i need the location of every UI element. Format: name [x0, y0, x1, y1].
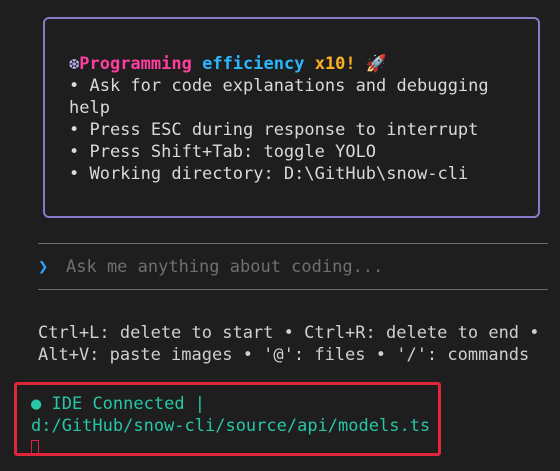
welcome-line-explain: • Ask for code explanations and debuggin…: [69, 76, 489, 96]
headline-x10: x10!: [314, 54, 356, 74]
welcome-line-esc: • Press ESC during response to interrupt: [69, 120, 479, 140]
welcome-headline: ❆Programming efficiency x10! 🚀: [69, 53, 522, 75]
headline-efficiency: efficiency: [202, 54, 305, 74]
text-cursor: [31, 440, 39, 456]
ide-file-path: d:/GitHub/snow-cli/source/api/models.ts: [31, 416, 431, 436]
shortcut-hints: Ctrl+L: delete to start • Ctrl+R: delete…: [38, 322, 558, 366]
prompt-input[interactable]: [66, 257, 526, 277]
cursor-line: [31, 437, 430, 459]
shortcut-hints-line2: Alt+V: paste images • '@': files • '/': …: [38, 345, 530, 365]
welcome-panel: ❆Programming efficiency x10! 🚀 • Ask for…: [43, 17, 540, 218]
sparkle-icon: ❆: [69, 54, 80, 74]
headline-programming: Programming: [79, 54, 192, 74]
status-dot-icon: ●: [31, 394, 42, 414]
input-divider-top: [38, 243, 548, 244]
input-divider-bottom: [38, 289, 548, 290]
ide-status-highlight: ● IDE Connected | d:/GitHub/snow-cli/sou…: [14, 382, 441, 456]
shortcut-hints-line1: Ctrl+L: delete to start • Ctrl+R: delete…: [38, 323, 540, 343]
rocket-icon: 🚀: [365, 54, 388, 74]
ide-status-line: ● IDE Connected |: [31, 393, 430, 415]
prompt-row[interactable]: ❯: [38, 256, 548, 278]
welcome-content: ❆Programming efficiency x10! 🚀 • Ask for…: [69, 53, 522, 185]
ide-status: ● IDE Connected | d:/GitHub/snow-cli/sou…: [31, 393, 430, 459]
chevron-right-icon: ❯: [38, 257, 49, 277]
ide-status-text: IDE Connected |: [51, 394, 206, 414]
welcome-line-workdir: • Working directory: D:\GitHub\snow-cli: [69, 164, 469, 184]
welcome-line-yolo: • Press Shift+Tab: toggle YOLO: [69, 142, 377, 162]
welcome-line-explain-cont: help: [69, 98, 110, 118]
